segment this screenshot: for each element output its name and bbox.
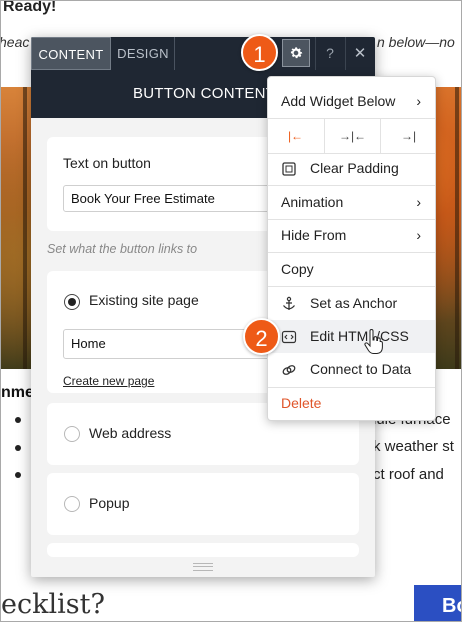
code-icon — [281, 330, 297, 344]
bullet-text-3: ct roof and — [373, 466, 444, 483]
link-help-text: Set what the button links to — [47, 242, 198, 256]
help-button[interactable]: ? — [315, 37, 344, 70]
tab-content[interactable]: CONTENT — [31, 37, 111, 70]
bullet-dot — [15, 445, 21, 451]
page-heading-fragment: Ready! — [3, 0, 57, 15]
menu-item-label: Edit HTML/CSS — [310, 328, 409, 344]
menu-item-label: Hide From — [281, 227, 347, 243]
step-badge-1: 1 — [241, 34, 278, 71]
screenshot-frame: Ready! heac n below—no nme lule furnace … — [0, 0, 462, 622]
menu-item-copy[interactable]: Copy — [268, 253, 435, 286]
menu-item-hide-from[interactable]: Hide From › — [268, 219, 435, 252]
menu-item-edit-html-css[interactable]: Edit HTML/CSS — [268, 320, 435, 353]
chevron-right-icon: › — [416, 194, 421, 210]
align-right-icon[interactable]: →| — [380, 119, 436, 153]
menu-item-label: Delete — [281, 395, 322, 411]
menu-item-connect-to-data[interactable]: Connect to Data — [268, 353, 435, 386]
menu-item-label: Set as Anchor — [310, 295, 398, 311]
web-address-label[interactable]: Web address — [89, 425, 171, 441]
page-cta-button[interactable]: Bo — [414, 585, 461, 621]
next-option-card — [47, 543, 359, 557]
page-checklist-heading: ecklist? — [1, 589, 105, 620]
chevron-right-icon: › — [416, 93, 421, 109]
popup-card: Popup — [47, 473, 359, 535]
menu-item-label: Connect to Data — [310, 361, 412, 377]
bullet-dot — [15, 472, 21, 478]
popup-label[interactable]: Popup — [89, 495, 129, 511]
gear-icon — [290, 47, 303, 59]
web-address-radio[interactable] — [64, 426, 80, 442]
page-italic-text-right: n below—no — [377, 34, 455, 50]
panel-tab-bar: CONTENT DESIGN ? ✕ — [31, 37, 375, 70]
menu-item-label: Copy — [281, 261, 314, 277]
resize-handle[interactable] — [193, 563, 213, 571]
alignment-row: |← →|← →| — [268, 118, 435, 154]
popup-radio[interactable] — [64, 496, 80, 512]
menu-item-label: Clear Padding — [310, 160, 399, 176]
menu-item-add-widget-below[interactable]: Add Widget Below › — [268, 85, 435, 118]
align-left-icon[interactable]: |← — [268, 119, 323, 153]
create-new-page-link[interactable]: Create new page — [63, 374, 154, 388]
anchor-icon — [283, 296, 295, 310]
gear-dropdown-menu: Add Widget Below › |← →|← →| Clear Paddi… — [267, 76, 436, 421]
page-italic-text-left: heac — [0, 34, 30, 50]
menu-item-label: Add Widget Below — [281, 93, 396, 109]
existing-page-radio[interactable] — [64, 294, 80, 310]
menu-item-animation[interactable]: Animation › — [268, 186, 435, 219]
link-icon — [282, 365, 296, 375]
align-center-icon[interactable]: →|← — [324, 119, 380, 153]
hand-cursor-icon — [364, 329, 383, 354]
text-on-button-label: Text on button — [63, 155, 151, 171]
menu-item-set-as-anchor[interactable]: Set as Anchor — [268, 287, 435, 320]
chevron-right-icon: › — [416, 227, 421, 243]
menu-item-delete[interactable]: Delete — [268, 387, 435, 420]
bullet-text-2: k weather st — [373, 438, 454, 455]
tab-design[interactable]: DESIGN — [112, 37, 175, 70]
menu-item-clear-padding[interactable]: Clear Padding — [268, 152, 435, 185]
step-badge-2: 2 — [243, 318, 280, 355]
close-button[interactable]: ✕ — [345, 37, 374, 70]
clear-padding-icon — [282, 162, 296, 176]
menu-item-label: Animation — [281, 194, 344, 210]
page-section-label: nme — [1, 384, 34, 401]
settings-gear-button[interactable] — [282, 39, 310, 67]
existing-page-label[interactable]: Existing site page — [89, 292, 199, 308]
bullet-dot — [15, 417, 21, 423]
